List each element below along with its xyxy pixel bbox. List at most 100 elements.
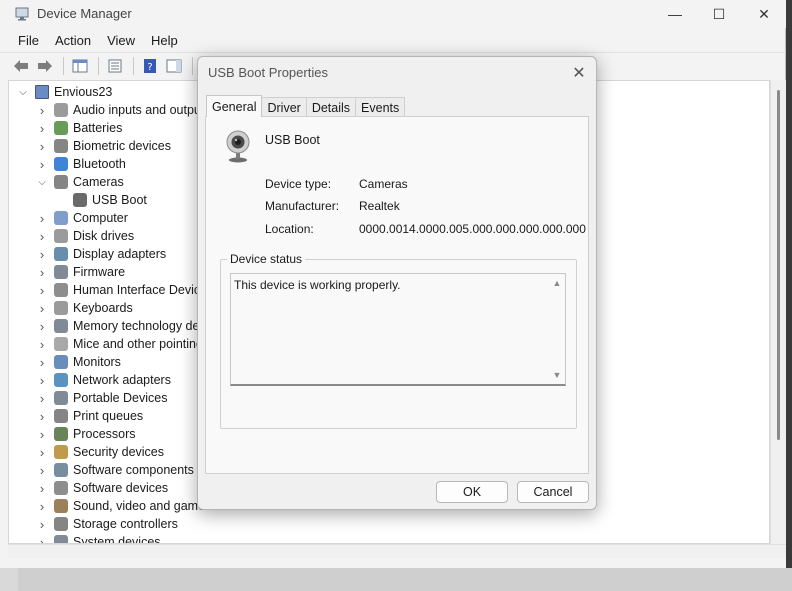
chevron-right-icon[interactable]: › <box>36 299 48 317</box>
status-scrollbar[interactable]: ▲ ▼ <box>549 274 565 384</box>
help-button[interactable]: ? <box>139 56 161 76</box>
tree-category-item[interactable]: › Software devices <box>36 479 168 497</box>
tree-root[interactable]: ⌵ Envious23 <box>17 83 112 101</box>
tree-category-item[interactable]: › Batteries <box>36 119 123 137</box>
chevron-right-icon[interactable]: › <box>36 497 48 515</box>
back-button[interactable] <box>10 56 32 76</box>
menu-help[interactable]: Help <box>151 33 178 48</box>
chevron-right-icon[interactable]: › <box>36 317 48 335</box>
bluetooth-icon <box>54 157 68 171</box>
tree-category-item[interactable]: › Security devices <box>36 443 164 461</box>
tree-category-item[interactable]: › Display adapters <box>36 245 166 263</box>
tree-category-item[interactable]: › Network adapters <box>36 371 171 389</box>
chevron-right-icon[interactable]: › <box>36 281 48 299</box>
forward-arrow-icon <box>38 59 52 72</box>
chevron-right-icon[interactable]: › <box>36 353 48 371</box>
portable-device-icon <box>54 391 68 405</box>
device-status-group: Device status This device is working pro… <box>220 252 577 429</box>
action-pane-button[interactable] <box>163 56 185 76</box>
tree-item-label: Monitors <box>73 355 121 369</box>
chevron-right-icon[interactable]: › <box>36 101 48 119</box>
tree-category-item[interactable]: › Monitors <box>36 353 121 371</box>
chevron-right-icon[interactable]: › <box>36 461 48 479</box>
chevron-right-icon[interactable]: › <box>36 479 48 497</box>
tab-details[interactable]: Details <box>305 97 357 117</box>
chevron-down-icon[interactable]: ⌵ <box>36 173 48 191</box>
manufacturer-label: Manufacturer: <box>265 199 340 213</box>
title-bar[interactable]: Device Manager — ☐ ✕ <box>0 0 786 28</box>
tree-category-item[interactable]: ⌵ Cameras <box>36 173 124 191</box>
chevron-right-icon[interactable]: › <box>36 443 48 461</box>
chevron-right-icon[interactable]: › <box>36 245 48 263</box>
close-button[interactable]: ✕ <box>741 0 787 28</box>
display-adapter-icon <box>54 247 68 261</box>
ok-button[interactable]: OK <box>436 481 508 503</box>
printer-icon <box>54 409 68 423</box>
tree-category-item[interactable]: › Keyboards <box>36 299 133 317</box>
tree-category-item[interactable]: › Portable Devices <box>36 389 168 407</box>
tree-item-label: USB Boot <box>92 193 147 207</box>
tree-category-item[interactable]: › Audio inputs and outputs <box>36 101 211 119</box>
tree-horizontal-scrollbar[interactable] <box>8 544 786 558</box>
maximize-button[interactable]: ☐ <box>696 0 742 28</box>
tree-category-item[interactable]: › Firmware <box>36 263 125 281</box>
tree-category-item[interactable]: › Software components <box>36 461 194 479</box>
tree-category-item[interactable]: › Computer <box>36 209 128 227</box>
tree-category-item[interactable]: › Biometric devices <box>36 137 171 155</box>
camera-icon <box>54 175 68 189</box>
tree-item-label: Audio inputs and outputs <box>73 103 211 117</box>
chevron-right-icon[interactable]: › <box>36 137 48 155</box>
chevron-right-icon[interactable]: › <box>36 155 48 173</box>
tree-item-label: Software components <box>73 463 194 477</box>
memory-icon <box>54 319 68 333</box>
show-hide-console-tree-button[interactable] <box>69 56 91 76</box>
properties-button[interactable] <box>104 56 126 76</box>
chevron-right-icon[interactable]: › <box>36 209 48 227</box>
chevron-right-icon[interactable]: › <box>36 227 48 245</box>
dialog-close-button[interactable]: ✕ <box>566 61 592 85</box>
tree-category-item[interactable]: › Disk drives <box>36 227 134 245</box>
cancel-button[interactable]: Cancel <box>517 481 589 503</box>
tree-category-item[interactable]: › Human Interface Devices <box>36 281 214 299</box>
scrollbar-thumb[interactable] <box>777 90 780 440</box>
chevron-right-icon[interactable]: › <box>36 371 48 389</box>
tree-category-item[interactable]: › Storage controllers <box>36 515 178 533</box>
menu-file[interactable]: File <box>18 33 39 48</box>
scroll-up-icon[interactable]: ▲ <box>553 278 562 288</box>
tree-vertical-scrollbar[interactable] <box>770 80 786 544</box>
device-status-textbox[interactable]: This device is working properly. ▲ ▼ <box>230 273 566 386</box>
forward-button[interactable] <box>34 56 56 76</box>
tree-item-label: System devices <box>73 535 161 544</box>
tree-category-item[interactable]: › Bluetooth <box>36 155 126 173</box>
menu-view[interactable]: View <box>107 33 135 48</box>
properties-icon <box>108 59 122 72</box>
tree-category-item[interactable]: › System devices <box>36 533 161 544</box>
tab-general[interactable]: General <box>206 95 263 117</box>
tree-item-label: Biometric devices <box>73 139 171 153</box>
chevron-right-icon[interactable]: › <box>36 119 48 137</box>
device-status-legend: Device status <box>227 252 306 266</box>
chevron-right-icon[interactable]: › <box>36 389 48 407</box>
tree-item-label: Software devices <box>73 481 169 495</box>
sound-icon <box>54 499 68 513</box>
storage-icon <box>54 517 68 531</box>
chevron-right-icon[interactable]: › <box>36 425 48 443</box>
menu-action[interactable]: Action <box>55 33 91 48</box>
tree-item-label: Network adapters <box>73 373 171 387</box>
tree-child-item[interactable]: USB Boot <box>55 191 147 209</box>
tree-category-item[interactable]: › Print queues <box>36 407 143 425</box>
tree-category-item[interactable]: › Processors <box>36 425 136 443</box>
tab-events[interactable]: Events <box>355 97 406 117</box>
chevron-right-icon[interactable]: › <box>36 533 48 544</box>
chevron-right-icon[interactable]: › <box>36 335 48 353</box>
help-icon: ? <box>144 58 156 73</box>
tree-item-label: Security devices <box>73 445 165 459</box>
chevron-down-icon[interactable]: ⌵ <box>17 83 29 101</box>
scroll-down-icon[interactable]: ▼ <box>553 370 562 380</box>
chevron-right-icon[interactable]: › <box>36 263 48 281</box>
usb-boot-properties-dialog: USB Boot Properties ✕ General Driver Det… <box>197 56 597 510</box>
minimize-button[interactable]: — <box>652 0 698 28</box>
chevron-right-icon[interactable]: › <box>36 515 48 533</box>
chevron-right-icon[interactable]: › <box>36 407 48 425</box>
tab-driver[interactable]: Driver <box>261 97 307 117</box>
